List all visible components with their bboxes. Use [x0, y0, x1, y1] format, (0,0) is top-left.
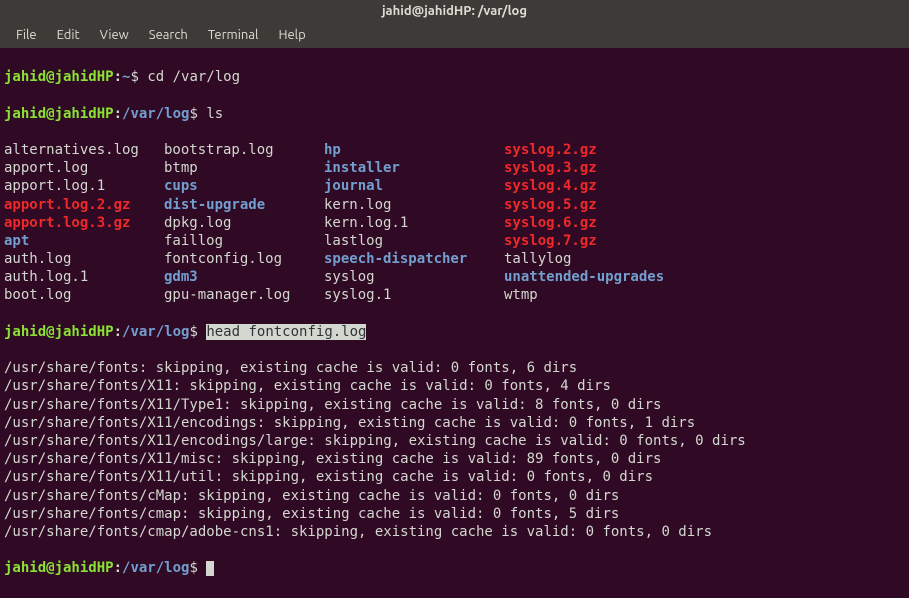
output-line: /usr/share/fonts/X11/encodings/large: sk…: [4, 432, 905, 450]
ls-entry: auth.log.1: [4, 268, 164, 286]
ls-output: alternatives.logbootstrap.loghpsyslog.2.…: [4, 141, 905, 305]
output-line: /usr/share/fonts/cMap: skipping, existin…: [4, 487, 905, 505]
ls-entry: wtmp: [504, 286, 538, 304]
output-line: /usr/share/fonts/X11/Type1: skipping, ex…: [4, 396, 905, 414]
menu-view[interactable]: View: [92, 26, 137, 44]
prompt-user: jahid@jahidHP: [4, 69, 114, 85]
output-line: /usr/share/fonts/cmap/adobe-cns1: skippi…: [4, 523, 905, 541]
ls-entry: syslog.7.gz: [504, 232, 597, 250]
ls-row: apport.log.3.gzdpkg.logkern.log.1syslog.…: [4, 214, 905, 232]
ls-row: apport.logbtmpinstallersyslog.3.gz: [4, 159, 905, 177]
ls-row: apport.log.1cupsjournalsyslog.4.gz: [4, 177, 905, 195]
ls-row: alternatives.logbootstrap.loghpsyslog.2.…: [4, 141, 905, 159]
prompt-user: jahid@jahidHP: [4, 324, 114, 340]
ls-entry: boot.log: [4, 286, 164, 304]
ls-entry: tallylog: [504, 250, 571, 268]
ls-entry: apport.log.1: [4, 177, 164, 195]
command-head-highlighted: head fontconfig.log: [206, 324, 366, 340]
prompt-line-cd: jahid@jahidHP:~$ cd /var/log: [4, 68, 905, 86]
output-line: /usr/share/fonts/cmap: skipping, existin…: [4, 505, 905, 523]
command-cd: cd /var/log: [147, 69, 240, 85]
window-title: jahid@jahidHP: /var/log: [382, 4, 527, 18]
prompt-user: jahid@jahidHP: [4, 560, 114, 576]
head-output: /usr/share/fonts: skipping, existing cac…: [4, 359, 905, 541]
ls-entry: kern.log: [324, 196, 504, 214]
prompt-dollar: $: [189, 324, 206, 340]
prompt-line-cursor: jahid@jahidHP:/var/log$: [4, 559, 905, 577]
ls-entry: installer: [324, 159, 504, 177]
output-line: /usr/share/fonts/X11/util: skipping, exi…: [4, 468, 905, 486]
ls-entry: dpkg.log: [164, 214, 324, 232]
menu-bar: File Edit View Search Terminal Help: [0, 22, 909, 48]
output-line: /usr/share/fonts/X11/misc: skipping, exi…: [4, 450, 905, 468]
prompt-dollar: $: [189, 106, 206, 122]
ls-row: aptfailloglastlogsyslog.7.gz: [4, 232, 905, 250]
ls-entry: alternatives.log: [4, 141, 164, 159]
ls-row: boot.loggpu-manager.logsyslog.1wtmp: [4, 286, 905, 304]
menu-terminal[interactable]: Terminal: [200, 26, 267, 44]
ls-entry: hp: [324, 141, 504, 159]
prompt-line-head: jahid@jahidHP:/var/log$ head fontconfig.…: [4, 323, 905, 341]
ls-entry: auth.log: [4, 250, 164, 268]
prompt-colon: :: [114, 324, 122, 340]
ls-entry: fontconfig.log: [164, 250, 324, 268]
ls-entry: syslog.6.gz: [504, 214, 597, 232]
menu-file[interactable]: File: [8, 26, 45, 44]
ls-entry: gpu-manager.log: [164, 286, 324, 304]
menu-search[interactable]: Search: [141, 26, 196, 44]
ls-row: auth.logfontconfig.logspeech-dispatchert…: [4, 250, 905, 268]
ls-entry: gdm3: [164, 268, 324, 286]
ls-entry: unattended-upgrades: [504, 268, 664, 286]
ls-entry: dist-upgrade: [164, 196, 324, 214]
menu-help[interactable]: Help: [270, 26, 313, 44]
prompt-path-log: /var/log: [122, 324, 189, 340]
ls-entry: cups: [164, 177, 324, 195]
prompt-colon: :: [114, 560, 122, 576]
window-title-bar: jahid@jahidHP: /var/log: [0, 0, 909, 22]
ls-entry: syslog.5.gz: [504, 196, 597, 214]
ls-entry: lastlog: [324, 232, 504, 250]
prompt-dollar: $: [130, 69, 147, 85]
prompt-path-log: /var/log: [122, 560, 189, 576]
ls-entry: syslog.3.gz: [504, 159, 597, 177]
ls-entry: apt: [4, 232, 164, 250]
ls-row: apport.log.2.gzdist-upgradekern.logsyslo…: [4, 196, 905, 214]
output-line: /usr/share/fonts: skipping, existing cac…: [4, 359, 905, 377]
ls-entry: kern.log.1: [324, 214, 504, 232]
prompt-user: jahid@jahidHP: [4, 106, 114, 122]
output-line: /usr/share/fonts/X11/encodings: skipping…: [4, 414, 905, 432]
ls-entry: journal: [324, 177, 504, 195]
ls-entry: bootstrap.log: [164, 141, 324, 159]
prompt-path-log: /var/log: [122, 106, 189, 122]
prompt-line-ls: jahid@jahidHP:/var/log$ ls: [4, 105, 905, 123]
ls-entry: apport.log.2.gz: [4, 196, 164, 214]
ls-entry: syslog: [324, 268, 504, 286]
ls-entry: faillog: [164, 232, 324, 250]
ls-entry: speech-dispatcher: [324, 250, 504, 268]
output-line: /usr/share/fonts/X11: skipping, existing…: [4, 377, 905, 395]
command-ls: ls: [206, 106, 223, 122]
prompt-dollar: $: [189, 560, 206, 576]
ls-row: auth.log.1gdm3syslogunattended-upgrades: [4, 268, 905, 286]
terminal-output[interactable]: jahid@jahidHP:~$ cd /var/log jahid@jahid…: [0, 48, 909, 598]
ls-entry: btmp: [164, 159, 324, 177]
ls-entry: apport.log: [4, 159, 164, 177]
menu-edit[interactable]: Edit: [49, 26, 88, 44]
ls-entry: syslog.4.gz: [504, 177, 597, 195]
ls-entry: syslog.1: [324, 286, 504, 304]
prompt-colon: :: [114, 69, 122, 85]
cursor-icon: [206, 561, 214, 576]
ls-entry: syslog.2.gz: [504, 141, 597, 159]
ls-entry: apport.log.3.gz: [4, 214, 164, 232]
prompt-colon: :: [114, 106, 122, 122]
